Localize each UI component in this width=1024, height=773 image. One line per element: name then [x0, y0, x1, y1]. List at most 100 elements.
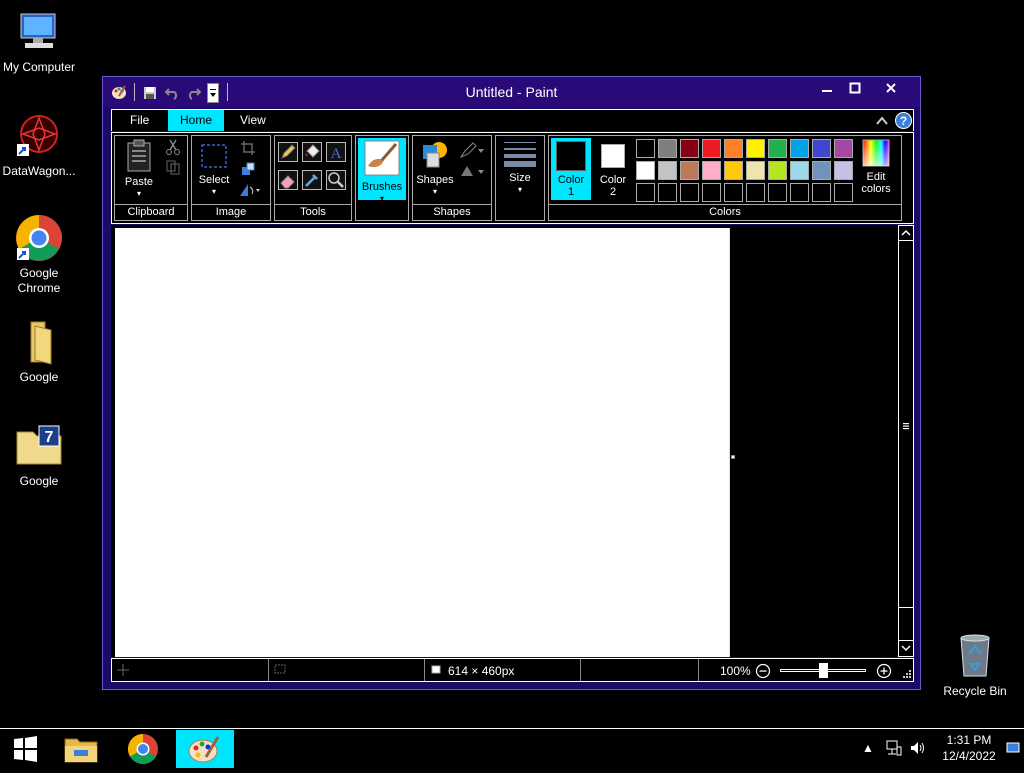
network-icon[interactable]: [885, 739, 903, 757]
color-swatch[interactable]: [702, 161, 721, 180]
color-swatch[interactable]: [658, 139, 677, 158]
tab-view[interactable]: View: [230, 110, 276, 131]
color-swatch[interactable]: [834, 161, 853, 180]
color-swatch[interactable]: [768, 183, 787, 202]
close-button[interactable]: [878, 79, 904, 99]
desktop-icon-my-computer[interactable]: My Computer: [0, 8, 78, 75]
color1-button[interactable]: Color 1: [551, 138, 591, 200]
scroll-up-arrow[interactable]: [899, 226, 913, 241]
color-swatch[interactable]: [812, 161, 831, 180]
zoom-slider-thumb[interactable]: [819, 663, 828, 678]
color-picker-icon[interactable]: [302, 170, 322, 190]
fill-bucket-icon[interactable]: [302, 142, 322, 162]
brushes-button[interactable]: Brushes ▾: [358, 138, 406, 203]
show-hidden-icons-button[interactable]: ▲: [862, 741, 874, 755]
color-swatch[interactable]: [680, 139, 699, 158]
zoom-in-button[interactable]: [876, 663, 892, 679]
clipboard-group-title: Clipboard: [115, 204, 187, 220]
ribbon: Paste ▾ Clipboard Select ▾ Image A Tools…: [111, 132, 914, 224]
chevron-down-icon: ▾: [517, 185, 522, 194]
paste-button[interactable]: Paste ▾: [119, 139, 159, 199]
show-desktop-icon[interactable]: [1006, 741, 1020, 755]
color2-button[interactable]: Color 2: [593, 138, 633, 200]
magnifier-icon[interactable]: [326, 170, 346, 190]
clock-date: 12/4/2022: [942, 749, 996, 763]
clock[interactable]: 1:31 PM 12/4/2022: [938, 732, 1000, 764]
cut-icon[interactable]: [165, 139, 181, 155]
color-swatch[interactable]: [680, 161, 699, 180]
color-swatch[interactable]: [702, 139, 721, 158]
color-swatch[interactable]: [658, 183, 677, 202]
color-swatch[interactable]: [636, 183, 655, 202]
color-swatch[interactable]: [768, 139, 787, 158]
canvas-resize-handle[interactable]: [731, 455, 735, 459]
color-swatch[interactable]: [746, 161, 765, 180]
file-explorer-taskbar-button[interactable]: [58, 730, 104, 768]
ribbon-tabs: File Home View ?: [111, 109, 914, 131]
help-icon[interactable]: ?: [895, 112, 912, 129]
outline-icon[interactable]: [459, 141, 485, 159]
color-swatch[interactable]: [702, 183, 721, 202]
color-swatch[interactable]: [790, 139, 809, 158]
volume-icon[interactable]: [909, 739, 927, 757]
chrome-taskbar-button[interactable]: [120, 730, 166, 768]
color-swatch[interactable]: [812, 183, 831, 202]
color-swatch[interactable]: [658, 161, 677, 180]
minimize-button[interactable]: [814, 79, 840, 99]
color-swatch[interactable]: [724, 161, 743, 180]
color-swatch[interactable]: [812, 139, 831, 158]
desktop-icon-google-folder[interactable]: Google: [0, 318, 78, 385]
zoom-out-button[interactable]: [755, 663, 771, 679]
color-swatch[interactable]: [724, 183, 743, 202]
drawing-canvas[interactable]: [115, 228, 730, 657]
resize-icon[interactable]: [240, 161, 256, 177]
fill-icon[interactable]: [459, 162, 485, 180]
maximize-button[interactable]: [842, 79, 868, 99]
shapes-button[interactable]: Shapes ▾: [415, 139, 455, 199]
color-swatch[interactable]: [746, 183, 765, 202]
size-group: Size ▾: [495, 135, 545, 221]
vertical-scrollbar[interactable]: [898, 225, 914, 657]
copy-icon[interactable]: [165, 159, 181, 175]
color-swatch[interactable]: [790, 161, 809, 180]
text-icon[interactable]: A: [326, 142, 346, 162]
crop-icon[interactable]: [240, 140, 256, 156]
desktop-icon-google-chrome[interactable]: Google Chrome: [0, 214, 78, 296]
size-button[interactable]: Size ▾: [498, 139, 542, 201]
color-swatch[interactable]: [636, 161, 655, 180]
pencil-icon[interactable]: [278, 142, 298, 162]
brushes-label: Brushes: [361, 181, 403, 193]
image-dimensions: 614 × 460px: [448, 664, 515, 678]
desktop-icon-label: Google: [19, 474, 59, 488]
color-swatch[interactable]: [790, 183, 809, 202]
color-swatch[interactable]: [724, 139, 743, 158]
tab-home[interactable]: Home: [168, 110, 224, 131]
desktop-icon-recycle-bin[interactable]: Recycle Bin: [936, 632, 1014, 699]
paint-taskbar-button[interactable]: [176, 730, 234, 768]
title-bar[interactable]: Untitled - Paint: [103, 77, 920, 107]
clipboard-icon: [127, 139, 151, 172]
color-swatch[interactable]: [680, 183, 699, 202]
svg-text:A: A: [331, 146, 342, 161]
selection-size-icon: [274, 664, 288, 678]
start-button[interactable]: [2, 730, 48, 768]
resize-grip-icon[interactable]: [902, 668, 912, 678]
color-swatch[interactable]: [834, 183, 853, 202]
select-button[interactable]: Select ▾: [196, 139, 232, 199]
tab-file[interactable]: File: [120, 110, 159, 131]
scroll-down-arrow[interactable]: [899, 640, 913, 656]
shapes-group-title: Shapes: [413, 204, 491, 220]
color-swatch[interactable]: [746, 139, 765, 158]
desktop-icon-google-7zip[interactable]: 7 Google: [0, 422, 78, 489]
desktop-icon-datawagon[interactable]: DataWagon...: [0, 112, 78, 179]
size-label: Size: [509, 172, 531, 184]
rotate-icon[interactable]: [238, 182, 262, 198]
minimize-ribbon-icon[interactable]: [875, 114, 889, 128]
eraser-icon[interactable]: [278, 170, 298, 190]
color-swatch[interactable]: [768, 161, 787, 180]
scroll-thumb[interactable]: [899, 242, 913, 608]
color-swatch[interactable]: [636, 139, 655, 158]
edit-colors-button[interactable]: Edit colors: [853, 138, 899, 200]
window-title: Untitled - Paint: [465, 84, 558, 100]
color-swatch[interactable]: [834, 139, 853, 158]
